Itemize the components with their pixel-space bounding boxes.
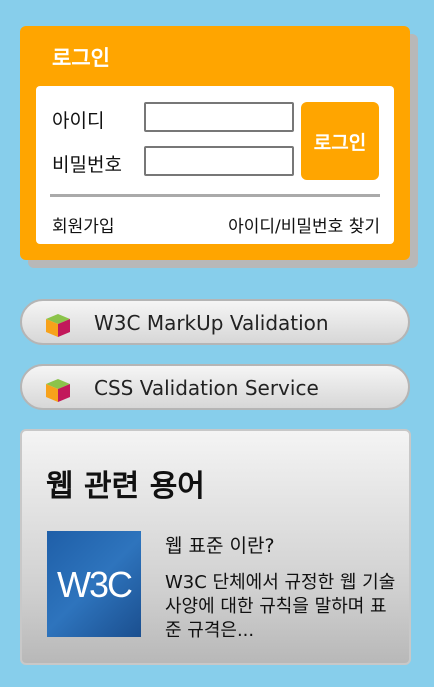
web-terms-card: 웹 관련 용어 W3C 웹 표준 이란? W3C 단체에서 규정한 웹 기술 사…: [20, 429, 411, 665]
id-label: 아이디: [52, 110, 105, 132]
cube-icon: [44, 312, 72, 338]
login-button[interactable]: 로그인: [301, 102, 379, 180]
w3c-logo-image[interactable]: W3C: [47, 531, 141, 637]
css-validation-label: CSS Validation Service: [94, 376, 319, 400]
password-input[interactable]: [144, 146, 294, 176]
password-label: 비밀번호: [52, 154, 122, 176]
css-validation-link[interactable]: CSS Validation Service: [20, 364, 410, 410]
id-input[interactable]: [144, 102, 294, 132]
markup-validation-link[interactable]: W3C MarkUp Validation: [20, 299, 410, 345]
find-account-link[interactable]: 아이디/비밀번호 찾기: [228, 212, 380, 237]
login-title: 로그인: [52, 46, 110, 70]
cube-icon: [44, 377, 72, 403]
article-title[interactable]: 웹 표준 이란?: [165, 531, 275, 558]
signup-link[interactable]: 회원가입: [52, 212, 115, 237]
divider: [50, 194, 380, 197]
article-summary: W3C 단체에서 규정한 웹 기술 사양에 대한 규칙을 말하며 표준 규격은.…: [165, 572, 396, 641]
terms-title: 웹 관련 용어: [46, 469, 205, 504]
w3c-logo-text: W3C: [57, 564, 132, 605]
markup-validation-label: W3C MarkUp Validation: [94, 311, 329, 335]
login-form: 아이디 비밀번호 로그인 회원가입 아이디/비밀번호 찾기: [36, 86, 394, 244]
login-box: 로그인 아이디 비밀번호 로그인 회원가입 아이디/비밀번호 찾기: [20, 26, 410, 260]
